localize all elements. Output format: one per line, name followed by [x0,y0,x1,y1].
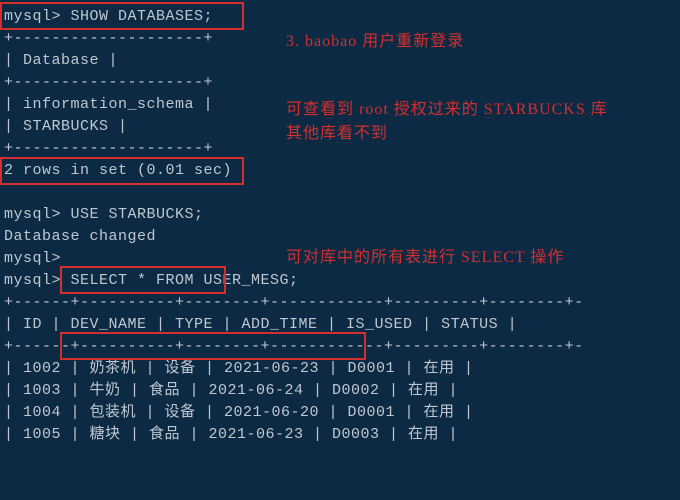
table-border-mid: +------+----------+--------+------------… [4,336,676,358]
table-row: | 1004 | 包装机 | 设备 | 2021-06-20 | D0001 |… [4,402,676,424]
table-row: | 1003 | 牛奶 | 食品 | 2021-06-24 | D0002 | … [4,380,676,402]
annotation-other-db: 其他库看不到 [286,122,388,146]
table-row: | 1005 | 糖块 | 食品 | 2021-06-23 | D0003 | … [4,424,676,446]
cmd-select: mysql> SELECT * FROM USER_MESG; [4,270,676,292]
annotation-relogin: 3. baobao 用户重新登录 [286,30,464,54]
cmd-use-starbucks: mysql> USE STARBUCKS; [4,204,676,226]
blank-line [4,182,676,204]
annotation-select-all: 可对库中的所有表进行 SELECT 操作 [286,246,564,270]
result-rows: 2 rows in set (0.01 sec) [4,160,676,182]
terminal-output: mysql> SHOW DATABASES; +----------------… [0,0,680,452]
annotation-granted-db: 可查看到 root 授权过来的 STARBUCKS 库 [286,98,666,122]
db-changed: Database changed [4,226,676,248]
table-border-top: +------+----------+--------+------------… [4,292,676,314]
cmd-show-databases: mysql> SHOW DATABASES; [4,6,676,28]
db-list-border-mid: +--------------------+ [4,72,676,94]
table-row: | 1002 | 奶茶机 | 设备 | 2021-06-23 | D0001 |… [4,358,676,380]
table-header: | ID | DEV_NAME | TYPE | ADD_TIME | IS_U… [4,314,676,336]
